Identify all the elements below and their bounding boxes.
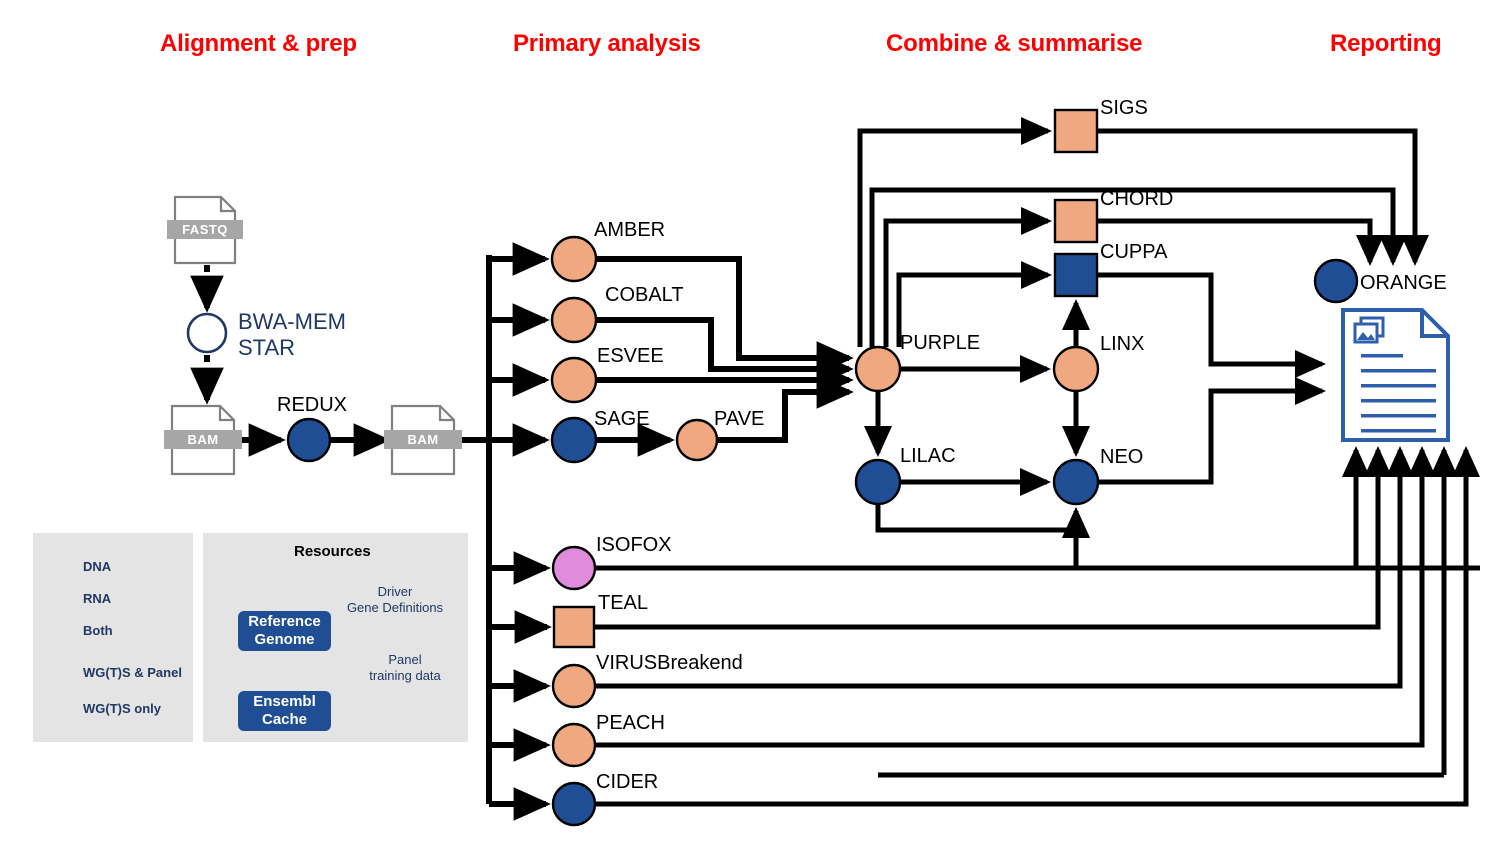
- panel-training-data-label: Panel training data: [369, 652, 441, 683]
- redux-node: [286, 417, 332, 463]
- teal-label: TEAL: [598, 592, 648, 614]
- report-text-line: [1361, 414, 1436, 418]
- phase-heading-combine: Combine & summarise: [886, 30, 1143, 57]
- linx-label: LINX: [1100, 333, 1144, 355]
- reference-genome-card: Reference Genome: [238, 611, 331, 651]
- cobalt-label: COBALT: [605, 284, 684, 306]
- phase-heading-alignment: Alignment & prep: [160, 30, 357, 57]
- resources-title: Resources: [294, 543, 371, 560]
- neo-node: [1052, 458, 1100, 506]
- pave-label: PAVE: [714, 408, 764, 430]
- sage-label: SAGE: [594, 408, 650, 430]
- purple-label: PURPLE: [900, 332, 980, 354]
- aligner-label: BWA-MEM STAR: [238, 309, 346, 361]
- sigs-label: SIGS: [1100, 97, 1148, 119]
- amber-node: [550, 235, 598, 283]
- report-text-line: [1361, 429, 1436, 433]
- report-text-line: [1361, 384, 1436, 388]
- legend-label-both: Both: [83, 623, 113, 638]
- ensembl-cache-card: Ensembl Cache: [238, 691, 331, 731]
- purple-to-orange-edge: [869, 187, 1407, 347]
- pipeline-diagram: REDUX AMBER COBALT ESVEE SAGE PAVE ISOFOX TEAL V…: [0, 0, 1504, 845]
- cobalt-node: [550, 296, 598, 344]
- teal-node: [552, 605, 596, 649]
- legend-label-dna: DNA: [83, 559, 112, 574]
- cider-node: [551, 781, 597, 827]
- virus-label: VIRUSBreakend: [596, 652, 743, 674]
- chord-node: [1053, 198, 1099, 244]
- linx-node: [1052, 345, 1100, 393]
- sage-node: [550, 416, 598, 464]
- esvee-node: [550, 356, 598, 404]
- cider-label: CIDER: [596, 771, 658, 793]
- neo-label: NEO: [1100, 446, 1143, 468]
- peach-label: PEACH: [596, 712, 665, 734]
- fastq-file-tag: FASTQ: [167, 220, 243, 239]
- legend-label-wgts-only: WG(T)S only: [83, 701, 161, 716]
- report-text-line: [1361, 369, 1436, 373]
- cuppa-label: CUPPA: [1100, 241, 1168, 263]
- chord-label: CHORD: [1100, 188, 1173, 210]
- lilac-label: LILAC: [900, 445, 956, 467]
- driver-gene-definitions-label: Driver Gene Definitions: [346, 584, 444, 615]
- bam-file-deduped-tag: BAM: [384, 430, 462, 449]
- phase-heading-primary: Primary analysis: [513, 30, 701, 57]
- amber-to-purple-edge: [596, 256, 854, 375]
- sigs-node: [1053, 108, 1099, 154]
- isofox-to-document-edge: [595, 446, 1370, 571]
- purple-to-chord-edge: [883, 207, 1052, 347]
- isofox-node: [551, 545, 597, 591]
- report-text-line: [1361, 354, 1403, 358]
- aligner-node: [186, 312, 228, 354]
- purple-node: [854, 345, 902, 393]
- aligner-label-line2: STAR: [238, 335, 296, 360]
- bam-file-input-tag: BAM: [164, 430, 242, 449]
- report-text-line: [1361, 399, 1436, 403]
- phase-heading-reporting: Reporting: [1330, 30, 1442, 57]
- neo-to-document-edge: [1098, 377, 1326, 485]
- esvee-label: ESVEE: [597, 345, 664, 367]
- aligner-label-line1: BWA-MEM: [238, 309, 346, 334]
- legend-label-rna: RNA: [83, 591, 112, 606]
- virus-node: [551, 663, 597, 709]
- cuppa-node: [1053, 252, 1099, 298]
- peach-node: [551, 722, 597, 768]
- teal-to-document-edge: [594, 446, 1392, 630]
- peach-to-document-edge: [595, 446, 1436, 748]
- redux-label: REDUX: [277, 394, 347, 416]
- orange-node: [1313, 258, 1359, 304]
- isofox-label: ISOFOX: [596, 534, 672, 556]
- orange-label: ORANGE: [1360, 272, 1447, 294]
- legend-label-wgts-panel: WG(T)S & Panel: [83, 665, 182, 680]
- amber-label: AMBER: [594, 219, 665, 241]
- lilac-to-neo-bottom-edge: [875, 504, 1090, 539]
- lilac-node: [854, 458, 902, 506]
- pave-node: [675, 418, 719, 462]
